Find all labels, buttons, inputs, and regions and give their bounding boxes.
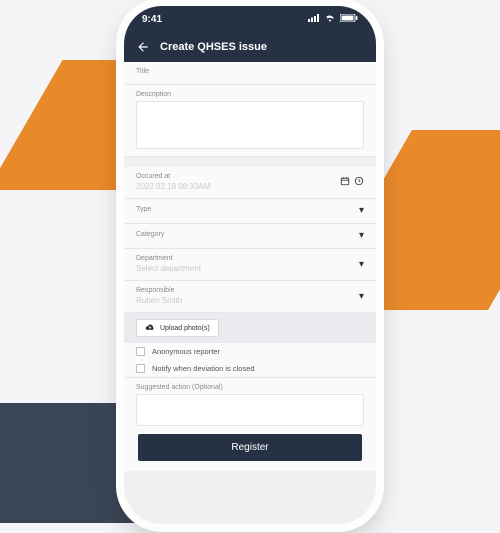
title-label: Title [136,68,364,75]
department-placeholder: Select department [136,264,201,273]
description-field[interactable]: Description [124,85,376,157]
description-label: Description [136,91,364,98]
battery-icon [340,14,358,25]
chevron-down-icon: ▾ [359,259,364,270]
section-gap [124,157,376,167]
cloud-upload-icon [145,323,155,333]
chevron-down-icon: ▾ [359,205,364,216]
form-content: Title Description Occured at 2022.02.18 … [124,62,376,524]
page-title: Create QHSES issue [160,41,267,53]
type-label: Type [136,206,151,213]
occurred-at-field[interactable]: Occured at 2022.02.18 08:33AM [124,167,376,199]
upload-label: Upload photo(s) [160,325,210,332]
anonymous-row[interactable]: Anonymous reporter [124,343,376,360]
register-button[interactable]: Register [138,434,362,461]
status-time: 9:41 [142,14,162,25]
form-scroll: Title Description Occured at 2022.02.18 … [124,62,376,524]
responsible-label: Responsible [136,287,182,294]
notify-label: Notify when deviation is closed [152,364,255,373]
anonymous-label: Anonymous reporter [152,347,220,356]
notify-checkbox[interactable] [136,364,145,373]
occurred-value: 2022.02.18 08:33AM [136,182,210,191]
suggested-textarea[interactable] [136,394,364,426]
status-bar: 9:41 [124,6,376,32]
wifi-icon [324,14,336,25]
department-field[interactable]: Department Select department ▾ [124,249,376,281]
suggested-label: Suggested action (Optional) [136,384,364,391]
category-field[interactable]: Category ▾ [124,224,376,249]
upload-photo-button[interactable]: Upload photo(s) [136,319,219,337]
notify-row[interactable]: Notify when deviation is closed [124,360,376,378]
type-field[interactable]: Type ▾ [124,199,376,224]
chevron-down-icon: ▾ [359,230,364,241]
upload-section: Upload photo(s) [124,313,376,343]
responsible-field[interactable]: Responsible Ruben Smith ▾ [124,281,376,313]
title-field[interactable]: Title [124,62,376,85]
suggested-action-field[interactable]: Suggested action (Optional) [124,378,376,426]
responsible-value: Ruben Smith [136,296,182,305]
department-label: Department [136,255,201,262]
calendar-icon[interactable] [340,176,350,188]
signal-icon [308,14,320,25]
category-label: Category [136,231,164,238]
clock-icon[interactable] [354,176,364,188]
phone-frame: 9:41 Create QHSES issue Title Descri [124,6,376,524]
anonymous-checkbox[interactable] [136,347,145,356]
chevron-down-icon: ▾ [359,291,364,302]
back-arrow-icon[interactable] [136,40,150,54]
page-header: Create QHSES issue [124,32,376,62]
status-right [308,14,358,25]
description-textarea[interactable] [136,101,364,149]
register-section: Register [124,426,376,471]
occurred-label: Occured at [136,173,210,180]
